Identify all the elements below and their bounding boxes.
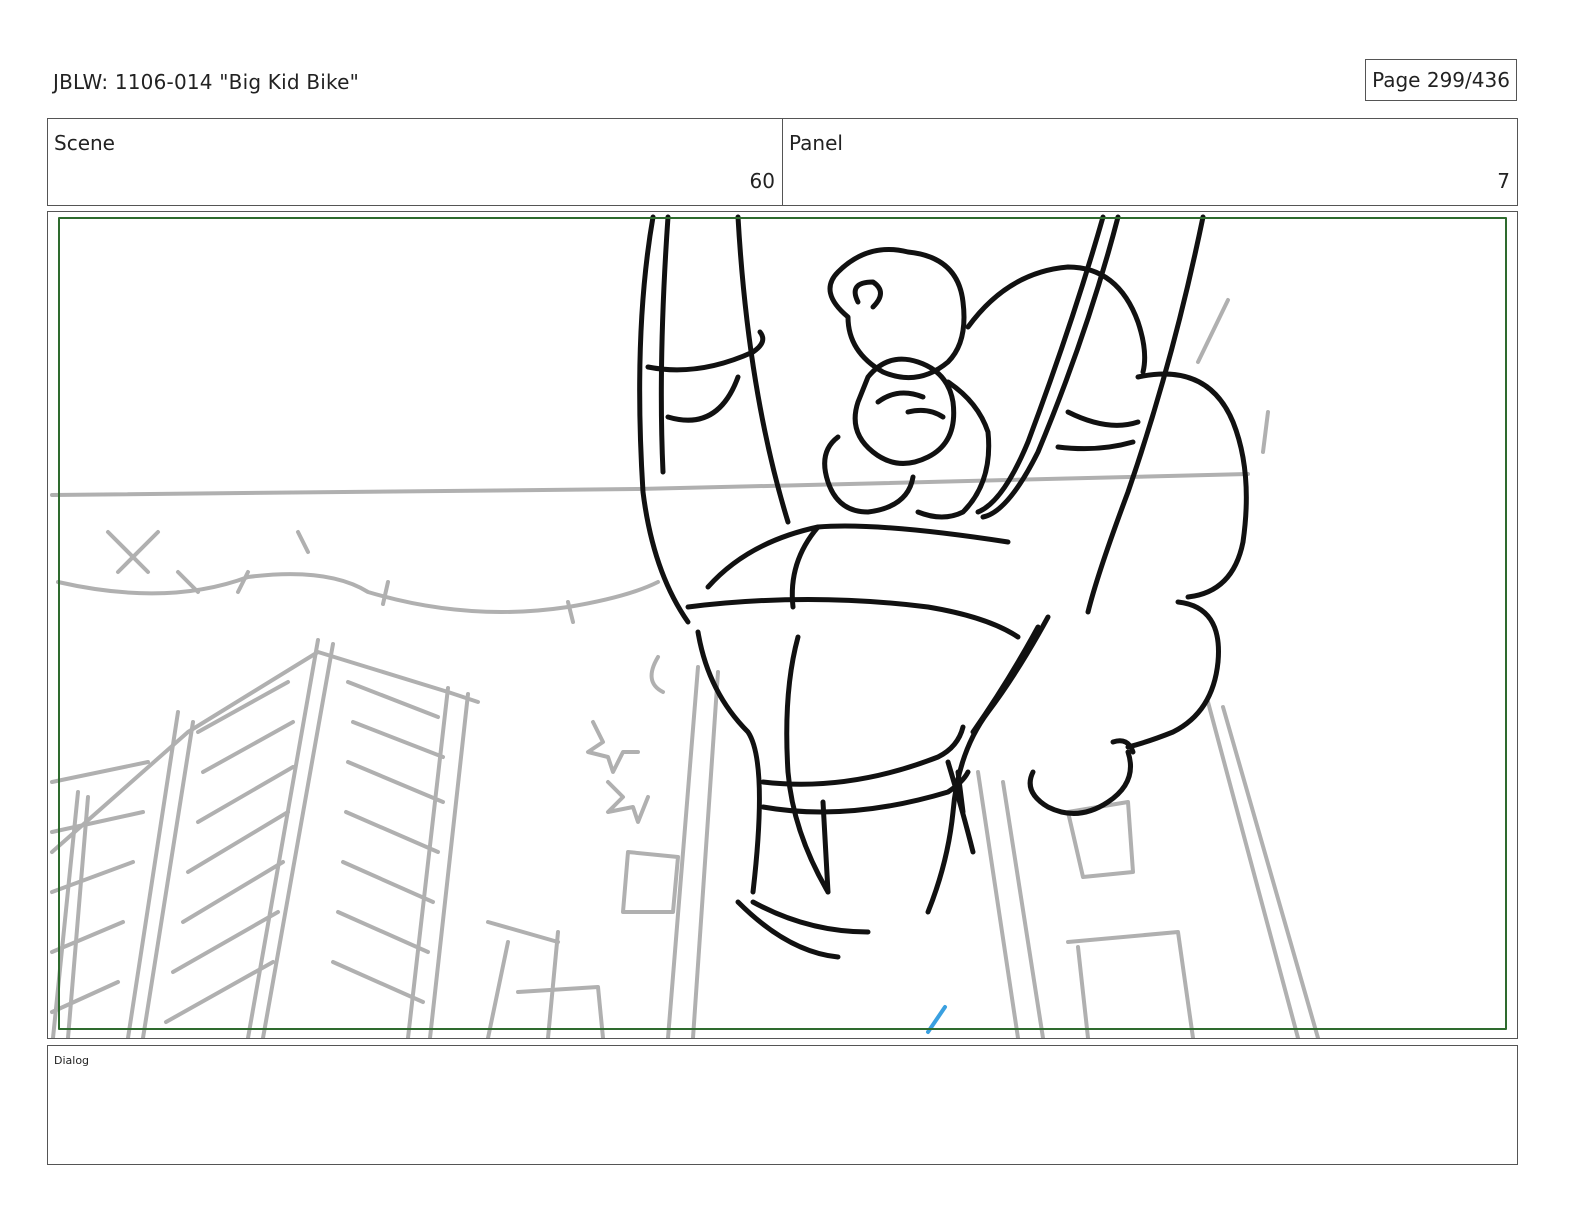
panel-label: Panel — [789, 131, 843, 155]
dialog-box: Dialog — [47, 1045, 1518, 1165]
scene-label: Scene — [54, 131, 115, 155]
panel-number: 7 — [1497, 169, 1510, 193]
scene-cell: Scene 60 — [48, 119, 783, 205]
page-number: Page 299/436 — [1365, 59, 1517, 101]
scene-number: 60 — [749, 169, 775, 193]
character-sketch — [637, 214, 1249, 960]
storyboard-title: JBLW: 1106-014 "Big Kid Bike" — [53, 70, 359, 94]
safe-area-frame — [58, 217, 1507, 1030]
panel-cell: Panel 7 — [783, 119, 1517, 205]
background-sketch — [50, 298, 1320, 1038]
storyboard-panel-frame — [47, 211, 1518, 1039]
scene-panel-header: Scene 60 Panel 7 — [47, 118, 1518, 206]
dialog-label: Dialog — [54, 1054, 90, 1067]
panel-sketch — [50, 214, 1507, 1038]
